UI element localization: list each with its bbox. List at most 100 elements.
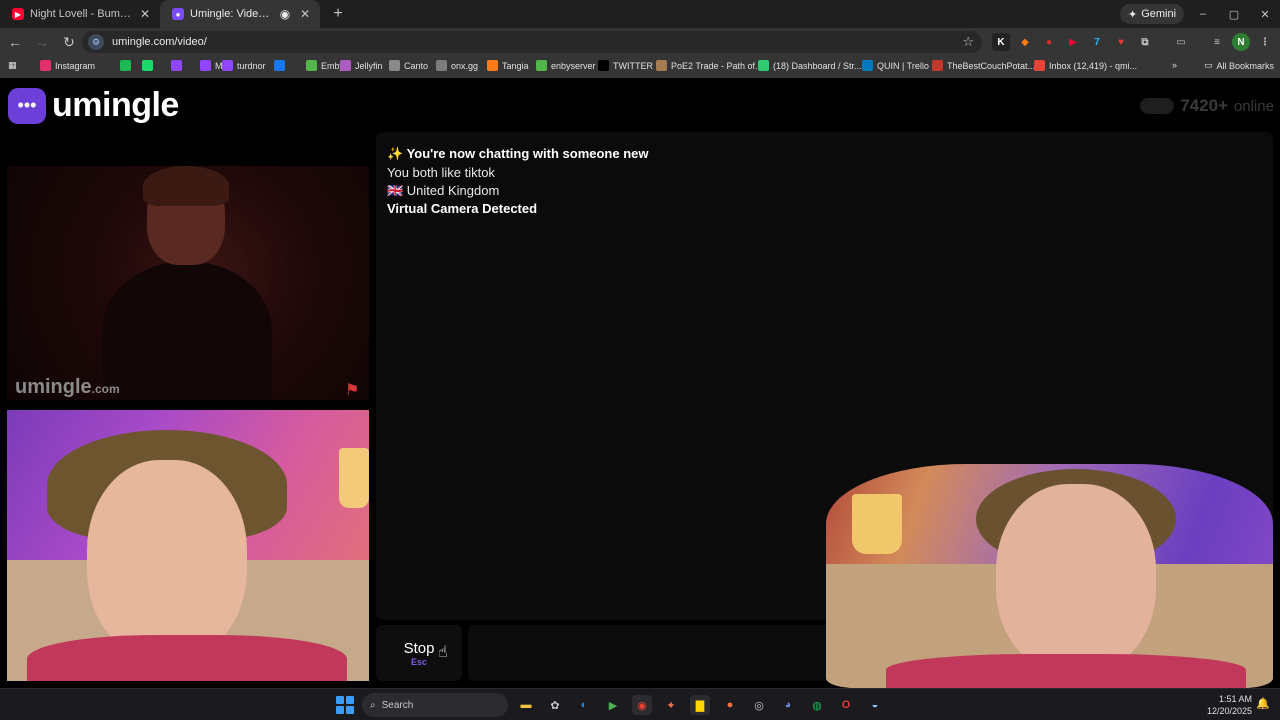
- new-tab-button[interactable]: +: [326, 2, 350, 26]
- chrome-icon[interactable]: ◉: [632, 695, 652, 715]
- bookmark-favicon-icon: [389, 60, 400, 71]
- logo-text: umingle: [52, 86, 179, 124]
- tab-youtube[interactable]: ▶ Night Lovell - Bumblebee (KEIF ✕: [0, 0, 160, 28]
- bookmark-favicon-icon: [487, 60, 498, 71]
- bookmark-favicon-icon: [436, 60, 447, 71]
- bookmark-item[interactable]: Canto: [389, 60, 428, 71]
- bookmark-item[interactable]: TWITTER: [598, 60, 653, 71]
- gemini-button[interactable]: ✦ Gemini: [1120, 4, 1185, 24]
- reload-icon: ↻: [63, 33, 75, 50]
- bookmark-favicon-icon: [200, 60, 211, 71]
- bookmarks-overflow-icon[interactable]: »: [1172, 60, 1177, 70]
- gemini-label: Gemini: [1141, 8, 1177, 20]
- bookmark-label: enbyserver: [551, 60, 596, 71]
- taskbar-search[interactable]: ⌕ Search: [362, 693, 508, 717]
- bookmark-favicon-icon: [120, 60, 131, 71]
- profile-avatar[interactable]: N: [1232, 33, 1250, 51]
- bookmark-favicon-icon: [222, 60, 233, 71]
- obs-icon[interactable]: ◎: [749, 695, 769, 715]
- forward-button[interactable]: →: [30, 30, 54, 54]
- stranger-body: [102, 261, 272, 400]
- steam-icon[interactable]: ◒: [865, 695, 885, 715]
- tab-umingle[interactable]: ● Umingle: Video Chat with S ◉ ✕: [160, 0, 320, 28]
- umingle-icon: ●: [172, 8, 184, 20]
- play-icon[interactable]: ▶: [603, 695, 623, 715]
- tab-search-icon[interactable]: ≡: [1208, 33, 1226, 51]
- close-window-button[interactable]: ✕: [1250, 0, 1280, 28]
- bookmark-item[interactable]: Tangia: [487, 60, 529, 71]
- stranger-video: [7, 166, 369, 400]
- bookmark-favicon-icon: [656, 60, 667, 71]
- spotify-icon[interactable]: ◍: [807, 695, 827, 715]
- watermark-text: umingle: [15, 376, 92, 398]
- edge-icon[interactable]: ◐: [574, 695, 594, 715]
- address-bar[interactable]: ⚙ umingle.com/video/ ☆: [82, 31, 982, 53]
- floating-self-preview[interactable]: [826, 464, 1273, 688]
- umingle-page: ••• umingle 7420+ online umingle.com ⚑ ✨…: [0, 78, 1280, 688]
- bookmark-favicon-icon: [598, 60, 609, 71]
- bookmark-item[interactable]: (18) Dashboard / Str...: [758, 60, 862, 71]
- firefox-icon[interactable]: ●: [720, 695, 740, 715]
- bookmark-item[interactable]: QUIN | Trello: [862, 60, 929, 71]
- extensions-puzzle-icon[interactable]: ⧉: [1136, 33, 1154, 51]
- bookmark-favicon-icon: [340, 60, 351, 71]
- extension-red-icon[interactable]: ●: [1040, 33, 1058, 51]
- bookmark-favicon-icon: [862, 60, 873, 71]
- bookmark-item[interactable]: TheBestCouchPotat...: [932, 60, 1035, 71]
- more-menu-icon[interactable]: ⋮: [1256, 33, 1274, 51]
- notification-bell-icon[interactable]: 🔔: [1256, 697, 1270, 710]
- bookmark-item[interactable]: Instagram: [40, 60, 95, 71]
- bookmark-item[interactable]: Jellyfin: [340, 60, 383, 71]
- chat-bubble-icon: •••: [8, 87, 46, 124]
- bookmark-item[interactable]: Emby: [306, 60, 344, 71]
- maximize-button[interactable]: ▢: [1219, 0, 1249, 28]
- stop-button[interactable]: Stop Esc: [376, 625, 462, 681]
- reload-button[interactable]: ↻: [57, 30, 81, 54]
- start-button[interactable]: [336, 696, 354, 714]
- extension-youtube-icon[interactable]: ▶: [1064, 33, 1082, 51]
- bookmark-item[interactable]: PoE2 Trade - Path of...: [656, 60, 763, 71]
- bookmark-item[interactable]: [120, 60, 131, 71]
- sticky-notes-icon[interactable]: ▇: [690, 695, 710, 715]
- bookmark-favicon-icon: [142, 60, 153, 71]
- file-explorer-icon[interactable]: ▬: [516, 695, 536, 715]
- windows-taskbar: ⌕ Search ▬ ✿ ◐ ▶ ◉ ✦ ▇ ● ◎ ◕ ◍ O ◒ 1:51 …: [0, 688, 1280, 720]
- bookmark-item[interactable]: [142, 60, 153, 71]
- discord-icon[interactable]: ◕: [778, 695, 798, 715]
- extension-7tv-icon[interactable]: 7: [1088, 33, 1106, 51]
- site-info-icon[interactable]: ⚙: [88, 34, 104, 50]
- chat-message: 🇬🇧 United Kingdom: [387, 183, 500, 198]
- opera-icon[interactable]: O: [836, 695, 856, 715]
- report-flag-icon[interactable]: ⚑: [345, 380, 359, 400]
- bookmark-item[interactable]: [274, 60, 285, 71]
- bookmark-star-icon[interactable]: ☆: [962, 34, 974, 50]
- bookmark-favicon-icon: [932, 60, 943, 71]
- apps-grid-icon[interactable]: ▦: [8, 60, 17, 71]
- bookmark-item[interactable]: [171, 60, 182, 71]
- close-tab-icon[interactable]: ✕: [298, 7, 312, 21]
- tab-title: Night Lovell - Bumblebee (KEIF: [30, 8, 132, 20]
- chatgpt-icon[interactable]: ✿: [545, 695, 565, 715]
- all-bookmarks-button[interactable]: ▭ All Bookmarks: [1204, 60, 1274, 71]
- system-clock[interactable]: 1:51 AM 12/20/2025: [1207, 693, 1252, 717]
- umingle-logo[interactable]: ••• umingle: [8, 86, 179, 125]
- close-tab-icon[interactable]: ✕: [138, 7, 152, 21]
- clock-time: 1:51 AM: [1218, 694, 1252, 704]
- extension-fox-icon[interactable]: ◆: [1016, 33, 1034, 51]
- minimize-button[interactable]: –: [1188, 0, 1218, 28]
- game-launcher-icon[interactable]: ✦: [661, 695, 681, 715]
- back-button[interactable]: ←: [3, 30, 27, 54]
- bookmark-item[interactable]: Inbox (12,419) - qmi...: [1034, 60, 1137, 71]
- side-panel-icon[interactable]: ▭: [1172, 33, 1190, 51]
- self-video: [7, 410, 369, 681]
- online-label: online: [1233, 97, 1274, 115]
- youtube-icon: ▶: [12, 8, 24, 20]
- bookmark-item[interactable]: turdnor: [222, 60, 266, 71]
- lamp: [852, 494, 902, 554]
- chat-message: ✨ You're now chatting with someone new: [387, 146, 649, 161]
- online-counter: 7420+ online: [1140, 96, 1274, 116]
- bookmark-item[interactable]: onx.gg: [436, 60, 478, 71]
- extension-k-icon[interactable]: K: [992, 33, 1010, 51]
- bookmark-item[interactable]: enbyserver: [536, 60, 596, 71]
- extension-shield-icon[interactable]: ♥: [1112, 33, 1130, 51]
